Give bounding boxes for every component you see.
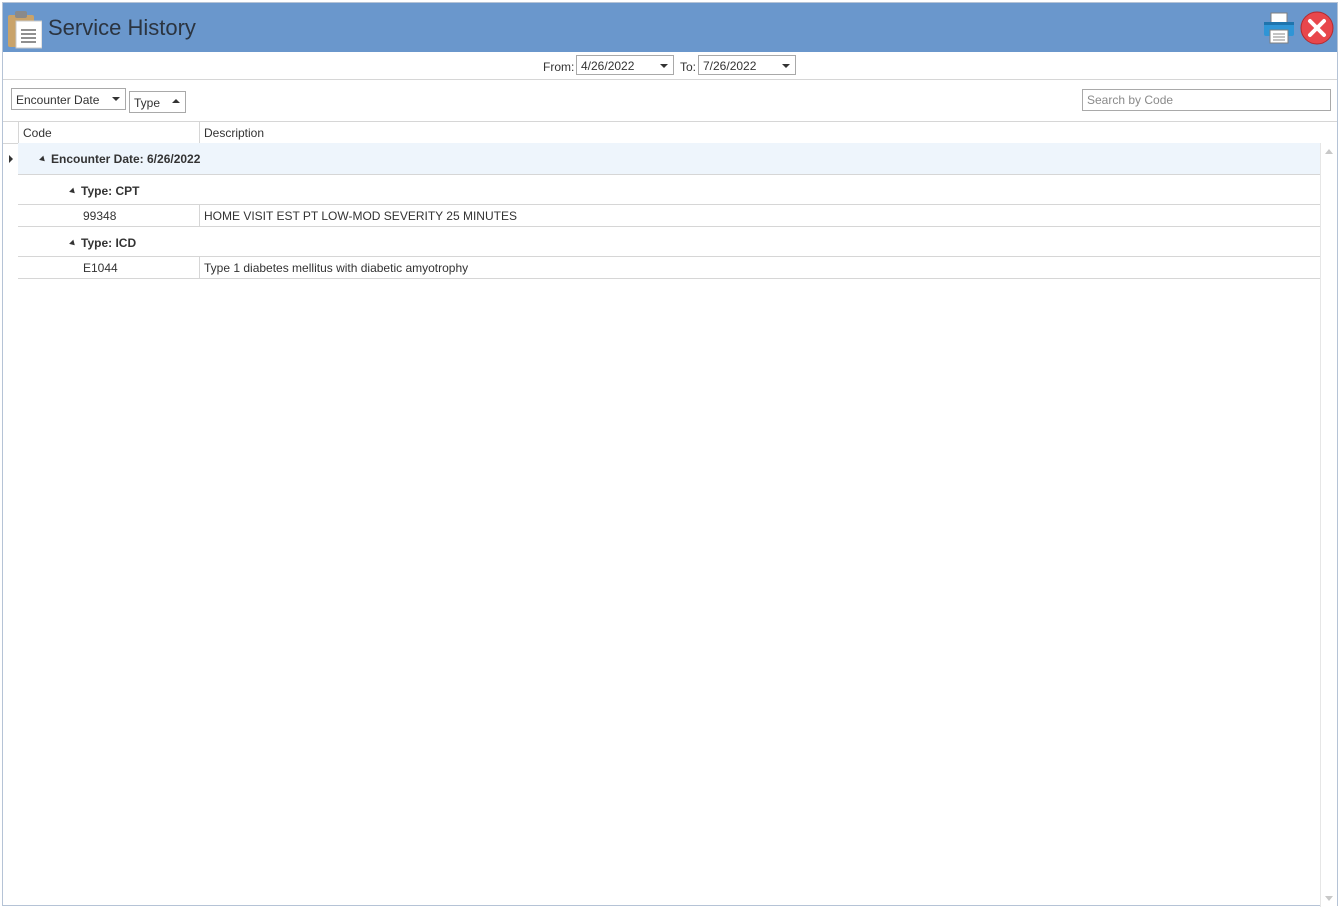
service-history-grid: Code Description Encounter Date: 6/26/20…: [3, 122, 1337, 907]
collapse-arrow-icon[interactable]: [39, 155, 47, 164]
table-row[interactable]: 99348 HOME VISIT EST PT LOW-MOD SEVERITY…: [18, 205, 1323, 227]
current-row-indicator-icon: [9, 155, 13, 163]
type-cpt-group-label: Type: CPT: [81, 184, 140, 198]
chevron-down-icon: [660, 64, 668, 68]
from-date-picker[interactable]: 4/26/2022: [576, 55, 674, 75]
service-history-window: Service History From: 4/26/2022 To: 7/26…: [2, 2, 1338, 907]
close-button[interactable]: [1300, 11, 1334, 45]
group-by-encounter-date-button[interactable]: Encounter Date: [11, 88, 126, 110]
clipboard-list-icon: [6, 9, 43, 49]
description-cell: Type 1 diabetes mellitus with diabetic a…: [199, 257, 1323, 278]
column-header-code-label: Code: [23, 126, 52, 140]
code-cell: E1044: [18, 257, 199, 278]
code-cell: 99348: [18, 205, 199, 226]
group-by-type-label: Type: [134, 96, 161, 110]
description-value: Type 1 diabetes mellitus with diabetic a…: [204, 261, 469, 275]
from-label: From:: [543, 60, 575, 74]
vertical-scrollbar[interactable]: [1320, 143, 1337, 907]
column-header-description[interactable]: Description: [199, 122, 1323, 143]
chevron-down-icon: [782, 64, 790, 68]
close-icon: [1300, 11, 1334, 45]
type-icd-group-label: Type: ICD: [81, 236, 137, 250]
from-date-value: 4/26/2022: [581, 59, 635, 73]
description-value: HOME VISIT EST PT LOW-MOD SEVERITY 25 MI…: [204, 209, 517, 223]
group-by-type-button[interactable]: Type: [129, 91, 186, 113]
to-date-value: 7/26/2022: [703, 59, 757, 73]
collapse-arrow-icon[interactable]: [69, 239, 77, 248]
sort-descending-icon: [112, 97, 120, 101]
table-row[interactable]: E1044 Type 1 diabetes mellitus with diab…: [18, 257, 1323, 279]
column-header-description-label: Description: [204, 126, 265, 140]
group-row-label: Type: CPT: [69, 184, 140, 198]
code-value: E1044: [83, 261, 118, 275]
to-label: To:: [680, 60, 697, 74]
grouping-panel: Encounter Date Type: [3, 80, 1337, 122]
window-title: Service History: [48, 15, 196, 40]
sort-ascending-icon: [172, 99, 180, 103]
title-bar: Service History: [3, 3, 1337, 52]
scroll-down-icon[interactable]: [1325, 896, 1333, 901]
printer-icon: [1264, 12, 1294, 44]
group-row-type-cpt[interactable]: Type: CPT: [18, 175, 1323, 205]
row-indicator-column: [3, 143, 18, 283]
group-row-type-icd[interactable]: Type: ICD: [18, 227, 1323, 257]
description-cell: HOME VISIT EST PT LOW-MOD SEVERITY 25 MI…: [199, 205, 1323, 226]
column-header-code[interactable]: Code: [18, 122, 199, 143]
group-row-label: Type: ICD: [69, 236, 137, 250]
date-filter-bar: From: 4/26/2022 To: 7/26/2022: [3, 52, 1337, 80]
print-button[interactable]: [1262, 11, 1296, 45]
group-row-encounter-date[interactable]: Encounter Date: 6/26/2022: [18, 143, 1323, 175]
grid-header: Code Description: [3, 122, 1323, 144]
group-row-label: Encounter Date: 6/26/2022: [39, 152, 201, 166]
search-by-code-input[interactable]: [1082, 89, 1331, 111]
scroll-up-icon[interactable]: [1325, 149, 1333, 154]
to-date-picker[interactable]: 7/26/2022: [698, 55, 796, 75]
encounter-date-group-label: Encounter Date: 6/26/2022: [51, 152, 201, 166]
code-value: 99348: [83, 209, 117, 223]
group-by-encounter-date-label: Encounter Date: [16, 93, 100, 107]
collapse-arrow-icon[interactable]: [69, 187, 77, 196]
